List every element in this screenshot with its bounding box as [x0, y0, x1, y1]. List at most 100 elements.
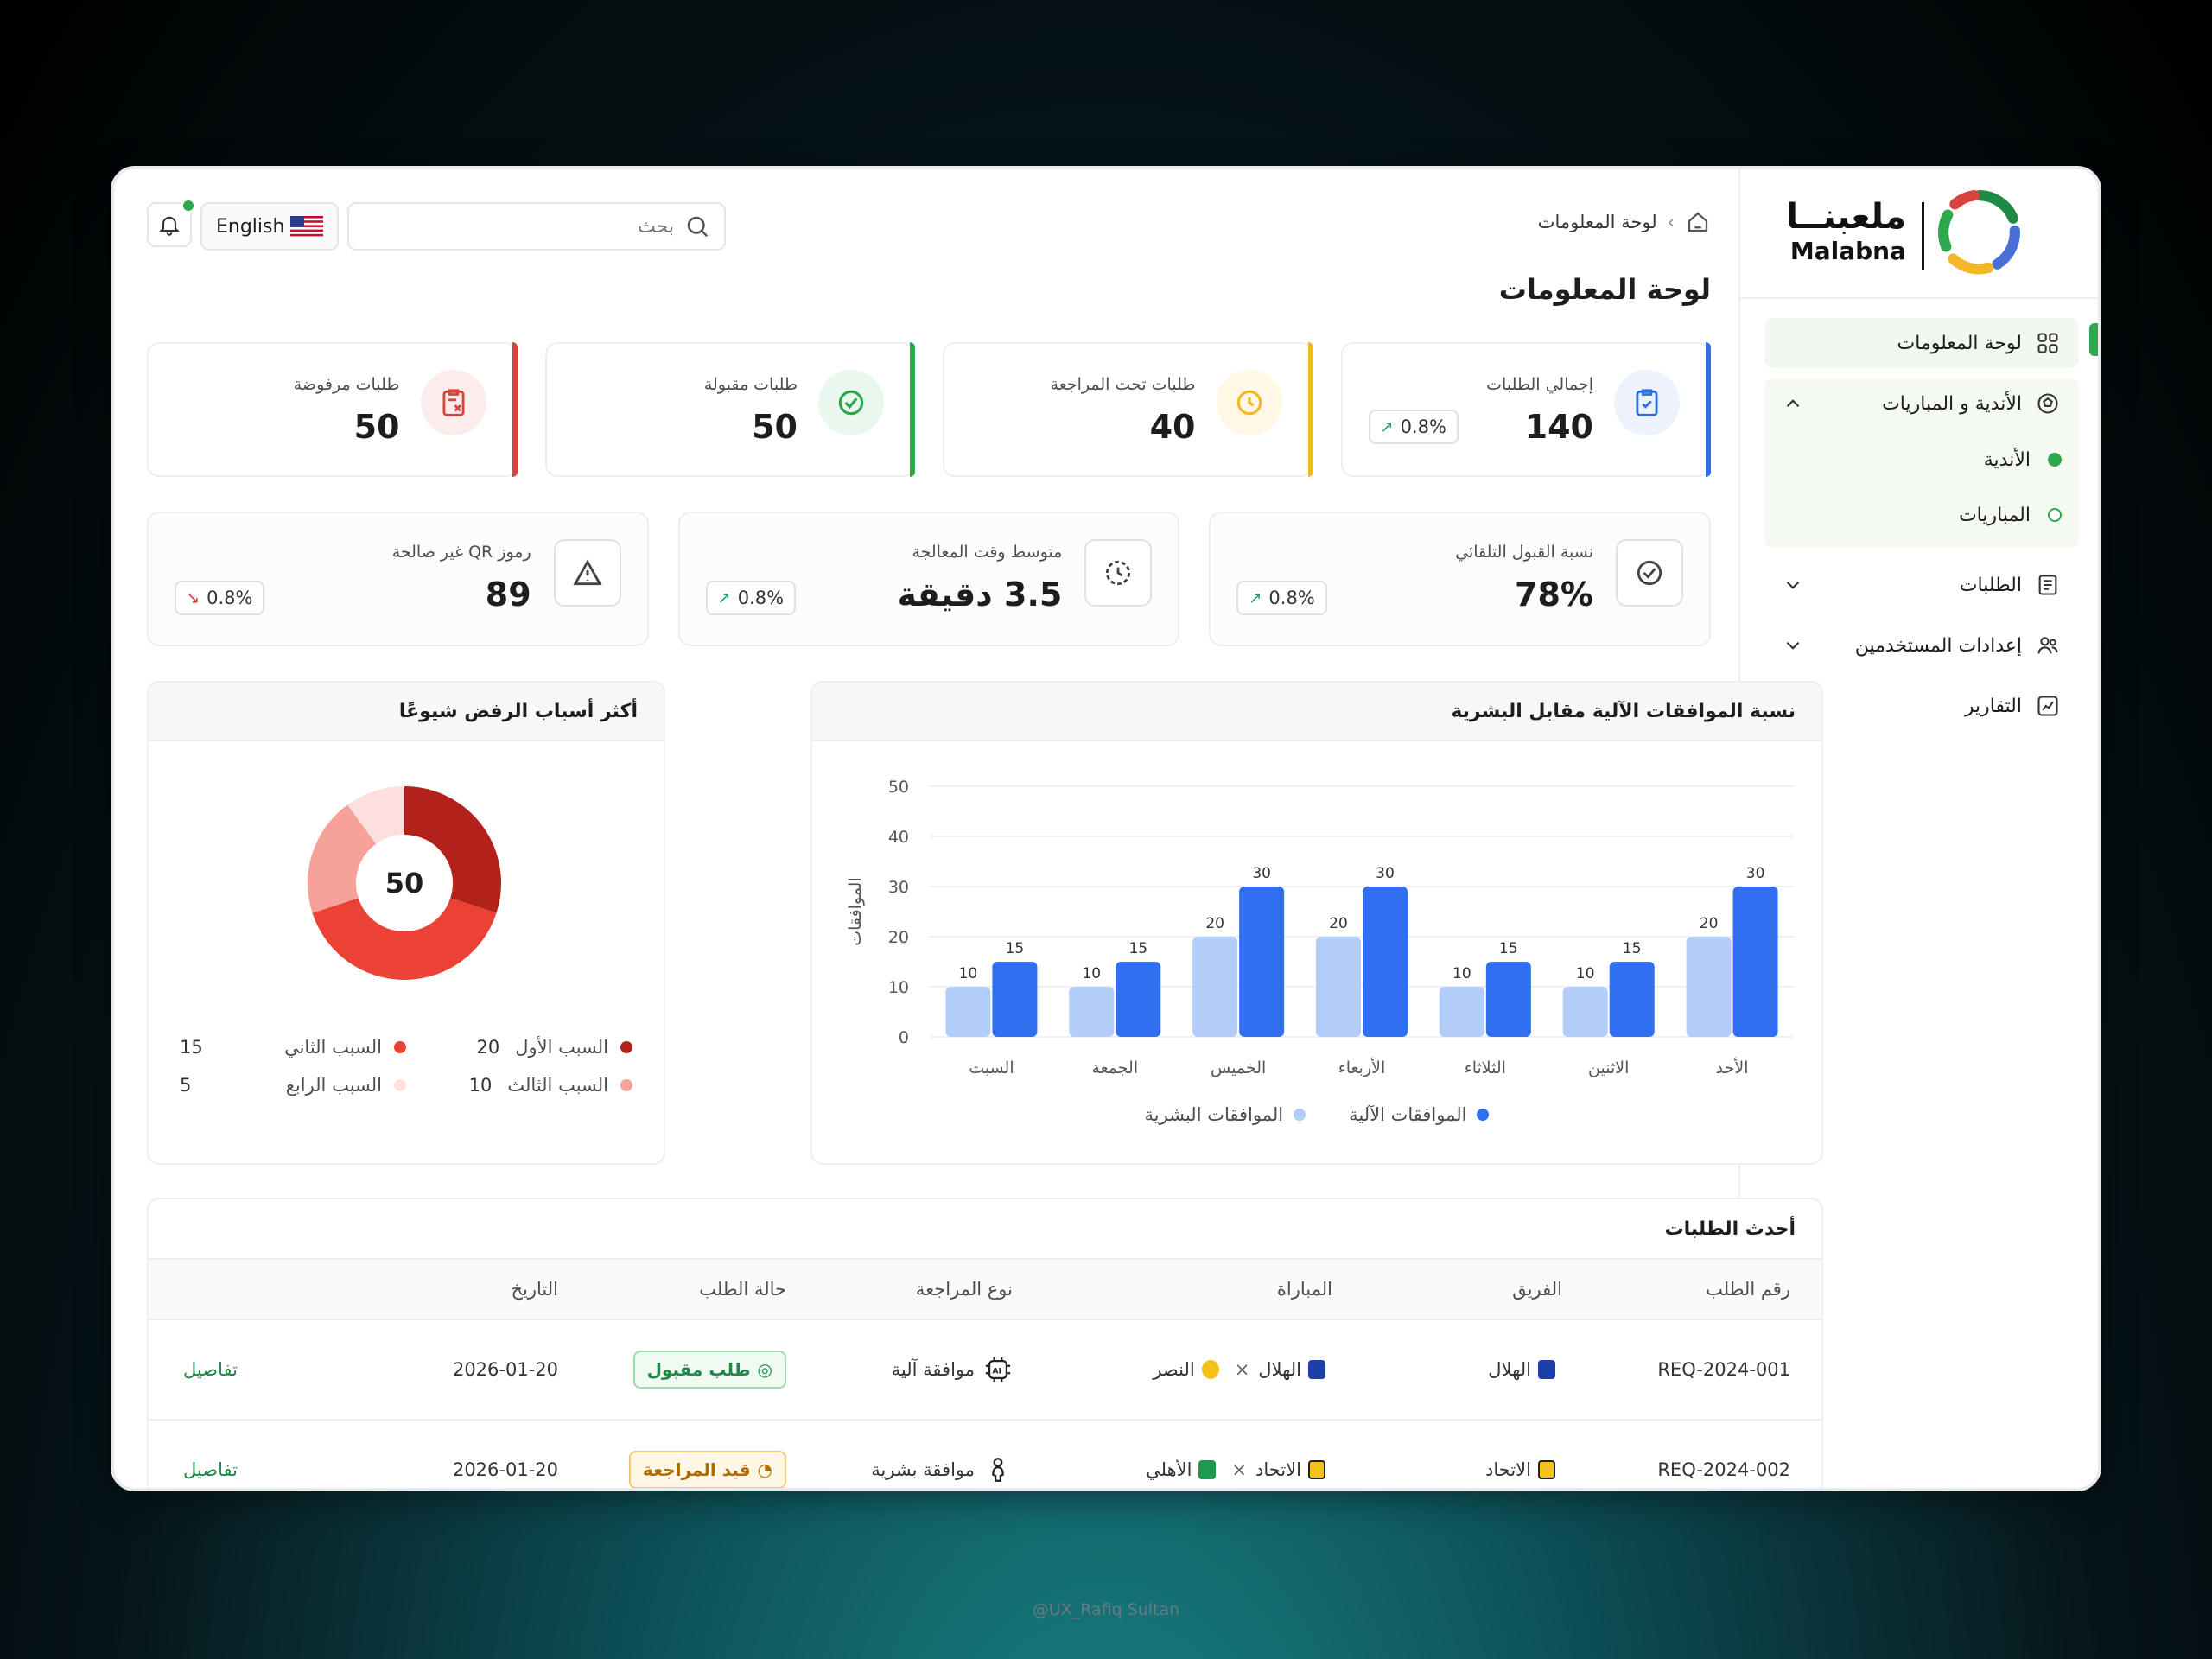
chevron-left-icon: ‹	[1667, 212, 1675, 232]
credit-text: @UX_Rafiq Sultan	[1032, 1600, 1180, 1619]
away-team: الأهلي	[1146, 1459, 1192, 1480]
data-label: 20	[1700, 915, 1719, 932]
column-header[interactable]: التاريخ	[511, 1260, 558, 1319]
x-tick-label: السبت	[969, 1058, 1014, 1077]
sidebar-item-user-settings[interactable]: إعدادات المستخدمين	[1764, 620, 2079, 671]
sidebar-subitem-matches[interactable]: المباريات	[1764, 487, 2079, 543]
clipboard-check-icon	[1614, 370, 1680, 435]
y-tick-label: 20	[888, 928, 909, 947]
notifications-button[interactable]	[147, 199, 195, 247]
legend-item-auto[interactable]: الموافقات الآلية	[1349, 1104, 1490, 1125]
away-team: النصر	[1153, 1359, 1195, 1380]
legend-swatch	[394, 1079, 406, 1091]
x-tick-label: الجمعة	[1091, 1058, 1138, 1077]
stat-label: طلبات تحت المراجعة	[1050, 375, 1196, 394]
team-cell: الهلال	[1488, 1320, 1562, 1419]
chart-legend: الموافقات الآلية الموافقات البشرية	[812, 1104, 1821, 1125]
bar	[1485, 962, 1531, 1037]
kpi-label: متوسط وقت المعالجة	[912, 543, 1063, 562]
y-tick-label: 50	[888, 778, 909, 797]
x-tick-label: الخميس	[1211, 1058, 1266, 1077]
brand-name-en: Malabna	[1789, 237, 1906, 265]
users-icon	[2034, 632, 2062, 659]
bar	[1562, 987, 1608, 1037]
chevron-down-icon[interactable]	[1782, 634, 1804, 657]
home-icon[interactable]	[1685, 209, 1711, 235]
notification-dot	[181, 199, 195, 213]
bar	[1609, 962, 1655, 1037]
check-circle-icon	[1616, 539, 1683, 607]
chevron-down-icon[interactable]	[1782, 574, 1804, 596]
details-link[interactable]: تفاصيل	[183, 1320, 238, 1419]
data-label: 15	[1499, 940, 1518, 957]
sidebar-item-label: الطلبات	[1959, 574, 2022, 596]
kpi-card-processing-time: متوسط وقت المعالجة 3.5 دقيقة ↗ 0.8%	[677, 512, 1180, 646]
requests-icon	[2034, 571, 2062, 599]
column-header[interactable]: حالة الطلب	[699, 1260, 786, 1319]
kpi-card-auto-acceptance: نسبة القبول التلقائي 78% ↗ 0.8%	[1209, 512, 1711, 646]
panel-header: نسبة الموافقات الآلية مقابل البشرية	[812, 683, 1821, 741]
ahli-logo-icon	[1198, 1460, 1217, 1479]
data-label: 30	[1252, 865, 1271, 882]
review-type: موافقة آلية	[891, 1359, 975, 1380]
table-header: رقم الطلب الفريق المباراة نوع المراجعة ح…	[149, 1260, 1821, 1320]
bar	[1316, 937, 1361, 1037]
team-cell: الاتحاد	[1485, 1421, 1562, 1488]
bar	[1732, 887, 1778, 1037]
donut-legend-item: السبب الثالث 10	[406, 1075, 632, 1096]
x-tick-label: الثلاثاء	[1465, 1058, 1506, 1077]
legend-label: السبب الأول	[515, 1037, 608, 1058]
column-header[interactable]: رقم الطلب	[1706, 1260, 1790, 1319]
card-accent	[512, 342, 518, 477]
hilal-logo-icon	[1538, 1360, 1555, 1379]
legend-label: السبب الرابع	[285, 1075, 382, 1096]
active-dot-icon	[2048, 453, 2062, 467]
data-label: 30	[1376, 865, 1395, 882]
sidebar-item-clubs-matches[interactable]: الأندية و المباريات	[1764, 378, 2079, 429]
sidebar-item-requests[interactable]: الطلبات	[1764, 560, 2079, 610]
review-type-cell: موافقة بشرية	[871, 1421, 1013, 1488]
active-indicator	[2089, 323, 2098, 356]
kpi-row: نسبة القبول التلقائي 78% ↗ 0.8% متوسط وق…	[146, 512, 1711, 646]
table-row: REQ-2024-002 الاتحاد الأهلي × الاتحاد مو…	[149, 1421, 1821, 1488]
kpi-card-invalid-qr: رموز QR غير صالحة 89 ↘ 0.8%	[146, 512, 649, 646]
review-type: موافقة بشرية	[871, 1459, 975, 1480]
chevron-up-icon[interactable]	[1782, 392, 1804, 415]
table-row: REQ-2024-001 الهلال النصر × الهلال موافق…	[149, 1320, 1821, 1421]
sidebar-item-dashboard[interactable]: لوحة المعلومات	[1764, 318, 2098, 368]
history-clock-icon	[1084, 539, 1153, 607]
bar	[1363, 887, 1408, 1037]
football-icon	[2034, 390, 2062, 417]
status-cell: ◔ قيد المراجعة	[628, 1421, 786, 1488]
donut-chart: 50	[308, 786, 501, 980]
bar	[1239, 887, 1285, 1037]
ittihad-logo-icon	[1538, 1460, 1555, 1479]
y-tick-label: 0	[899, 1028, 909, 1047]
stat-label: إجمالي الطلبات	[1486, 375, 1593, 394]
sidebar-subitem-clubs[interactable]: الأندية	[1764, 432, 2079, 487]
change-value: 0.8%	[1268, 588, 1315, 608]
legend-item-human[interactable]: الموافقات البشرية	[1145, 1104, 1306, 1125]
date-cell: 2026-01-20	[452, 1359, 558, 1380]
request-id: REQ-2024-001	[1657, 1359, 1790, 1380]
column-header[interactable]: المباراة	[1277, 1260, 1332, 1319]
data-label: 10	[1576, 965, 1595, 982]
data-label: 15	[1128, 940, 1147, 957]
column-header[interactable]: الفريق	[1512, 1260, 1562, 1319]
stats-row: إجمالي الطلبات 140 ↗ 0.8% طلبات تحت المر…	[147, 342, 1711, 477]
approvals-chart-panel: نسبة الموافقات الآلية مقابل البشرية 0 10 2…	[810, 681, 1823, 1165]
donut-legend-row: السبب الثالث 10 السبب الرابع 5	[180, 1066, 632, 1104]
details-link[interactable]: تفاصيل	[183, 1421, 238, 1488]
clipboard-x-icon	[420, 370, 486, 435]
search-box[interactable]	[347, 202, 726, 251]
svg-text:AI: AI	[992, 1366, 1001, 1376]
y-tick-label: 40	[888, 828, 909, 847]
language-switcher[interactable]: English	[200, 202, 339, 251]
column-header[interactable]: نوع المراجعة	[916, 1260, 1013, 1319]
card-accent	[1307, 342, 1313, 477]
person-icon	[992, 1458, 1004, 1482]
search-input[interactable]	[389, 215, 674, 238]
legend-value: 5	[180, 1075, 192, 1096]
topbar: English ‹ لوحة المعلومات	[147, 199, 1711, 254]
pie-slice	[308, 804, 378, 913]
